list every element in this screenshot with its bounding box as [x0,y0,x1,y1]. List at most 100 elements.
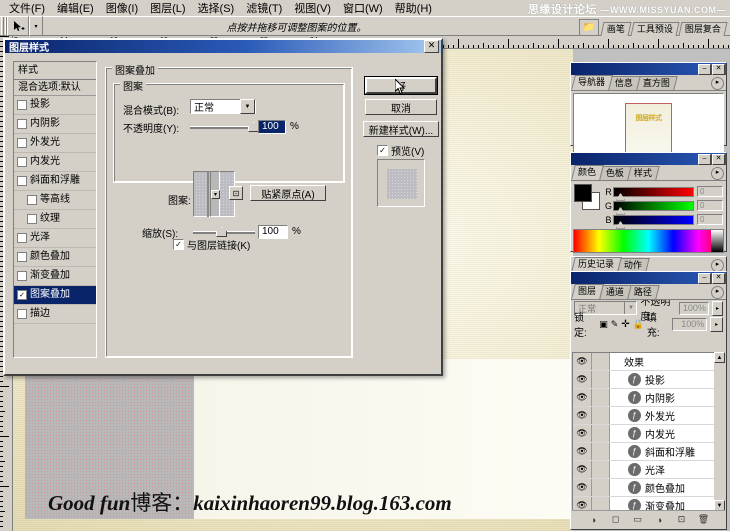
style-item-texture[interactable]: 纹理 [14,210,96,229]
palette-menu-icon[interactable]: ▸ [711,77,724,90]
new-style-button[interactable]: 新建样式(W)... [363,121,439,137]
link-with-layer-checkbox[interactable]: ✓ 与图层链接(K) [173,237,250,252]
style-item-pattern-overlay[interactable]: ✓ 图案叠加 [14,286,96,305]
effect-row-satin[interactable]: 👁 ƒ 光泽 [573,461,724,479]
foreground-background-swatch[interactable] [574,184,600,210]
layer-opacity-value[interactable]: 100% [678,301,709,315]
menu-item-image[interactable]: 图像(I) [100,0,144,17]
file-browser-icon[interactable]: 📁 [578,19,599,36]
layer-mask-icon[interactable]: ◻ [609,513,622,526]
eye-icon[interactable]: 👁 [573,497,592,510]
effect-row-outer-glow[interactable]: 👁 ƒ 外发光 [573,407,724,425]
channel-b-thumb[interactable] [616,220,625,229]
style-item-blending-options[interactable]: 混合选项:默认 [14,80,96,96]
link-column[interactable] [592,353,610,370]
effect-row-bevel-emboss[interactable]: 👁 ƒ 斜面和浮雕 [573,443,724,461]
cancel-button[interactable]: 取消 [365,99,437,115]
lock-transparency-icon[interactable]: ▣ [599,319,608,330]
menu-item-edit[interactable]: 编辑(E) [51,0,100,17]
link-column[interactable] [592,407,610,424]
channel-b-value[interactable]: 0 [697,214,723,225]
tab-histogram[interactable]: 直方图 [636,76,678,90]
style-item-color-overlay[interactable]: 颜色叠加 [14,248,96,267]
checkbox-outer-glow[interactable] [17,138,27,148]
layers-scrollbar[interactable]: ▲ ▼ [714,352,725,511]
close-icon[interactable]: ✕ [712,63,725,75]
tab-history[interactable]: 历史记录 [571,257,622,272]
color-titlebar[interactable]: – ✕ [571,153,726,165]
menu-item-window[interactable]: 窗口(W) [337,0,389,17]
minimize-icon[interactable]: – [698,153,711,165]
checkbox-inner-glow[interactable] [17,157,27,167]
style-item-bevel-emboss[interactable]: 斜面和浮雕 [14,172,96,191]
chevron-down-icon[interactable]: ▼ [240,99,255,114]
scale-input[interactable]: 100 [258,225,288,239]
eye-icon[interactable]: 👁 [573,371,592,388]
close-icon[interactable]: ✕ [712,153,725,165]
palette-menu-icon[interactable]: ▸ [711,286,724,299]
minimize-icon[interactable]: – [698,272,711,284]
eye-icon[interactable]: 👁 [573,407,592,424]
eye-icon[interactable]: 👁 [573,353,592,370]
style-item-inner-shadow[interactable]: 内阴影 [14,115,96,134]
menu-item-select[interactable]: 选择(S) [192,0,241,17]
menu-item-filter[interactable]: 滤镜(T) [240,0,288,17]
tab-styles[interactable]: 样式 [627,166,660,180]
tab-paths[interactable]: 路径 [627,285,660,299]
style-item-outer-glow[interactable]: 外发光 [14,134,96,153]
checkbox-texture[interactable] [27,214,37,224]
well-tab-tool-presets[interactable]: 工具预设 [630,22,680,36]
menu-item-help[interactable]: 帮助(H) [389,0,438,17]
link-column[interactable] [592,497,610,510]
effect-row-color-overlay[interactable]: 👁 ƒ 颜色叠加 [573,479,724,497]
effects-header-row[interactable]: 👁 效果 [573,353,724,371]
link-column[interactable] [592,371,610,388]
opacity-slider-track[interactable] [190,126,254,129]
tab-navigator[interactable]: 导航器 [571,75,613,90]
layers-titlebar[interactable]: – ✕ [571,272,726,284]
style-item-inner-glow[interactable]: 内发光 [14,153,96,172]
well-tab-brushes[interactable]: 画笔 [600,22,632,36]
adjustment-layer-icon[interactable]: ◑ [653,513,666,526]
style-item-contour[interactable]: 等高线 [14,191,96,210]
opacity-stepper-icon[interactable]: ▸ [711,300,723,316]
layer-set-icon[interactable]: ▭ [631,513,644,526]
checkbox-inner-shadow[interactable] [17,119,27,129]
checkbox-stroke[interactable] [17,309,27,319]
foreground-color-swatch[interactable] [574,184,592,202]
pattern-picker-arrow-icon[interactable]: ▾ [211,190,220,199]
checkbox-gradient-overlay[interactable] [17,271,27,281]
fill-stepper-icon[interactable]: ▸ [710,316,723,332]
new-layer-icon[interactable]: ⊡ [675,513,688,526]
checkbox-contour[interactable] [27,195,37,205]
channel-g-ramp[interactable] [613,200,694,215]
eye-icon[interactable]: 👁 [573,479,592,496]
lock-position-icon[interactable]: ✛ [621,319,629,330]
checkbox-drop-shadow[interactable] [17,100,27,110]
scroll-up-icon[interactable]: ▲ [714,352,725,363]
navigator-titlebar[interactable]: – ✕ [571,63,726,75]
link-column[interactable] [592,479,610,496]
tab-actions[interactable]: 动作 [617,258,650,272]
link-column[interactable] [592,461,610,478]
channel-r-thumb[interactable] [616,192,625,201]
lock-image-icon[interactable]: ✎ [611,319,619,330]
close-icon[interactable]: ✕ [424,40,439,53]
layers-list[interactable]: 👁 效果 👁 ƒ 投影 👁 ƒ 内阴影 👁 ƒ 外发光 👁 ƒ 内发光 👁 ƒ … [572,352,725,511]
move-tool-icon[interactable] [7,16,29,36]
eye-icon[interactable]: 👁 [573,443,592,460]
channel-r-ramp[interactable] [613,186,694,201]
effect-row-drop-shadow[interactable]: 👁 ƒ 投影 [573,371,724,389]
effect-row-gradient-overlay[interactable]: 👁 ƒ 渐变叠加 [573,497,724,510]
well-tab-layer-comps[interactable]: 图层复合 [678,22,728,36]
checkbox-satin[interactable] [17,233,27,243]
fill-value[interactable]: 100% [672,317,708,331]
style-item-drop-shadow[interactable]: 投影 [14,96,96,115]
style-item-gradient-overlay[interactable]: 渐变叠加 [14,267,96,286]
tool-preset-dropdown[interactable]: ▾ [29,16,43,36]
dialog-titlebar[interactable]: 图层样式 ✕ [5,40,441,54]
new-pattern-preset-icon[interactable]: ⊡ [229,186,243,200]
eye-icon[interactable]: 👁 [573,389,592,406]
menu-item-view[interactable]: 视图(V) [288,0,337,17]
color-spectrum-ramp[interactable] [573,229,724,253]
